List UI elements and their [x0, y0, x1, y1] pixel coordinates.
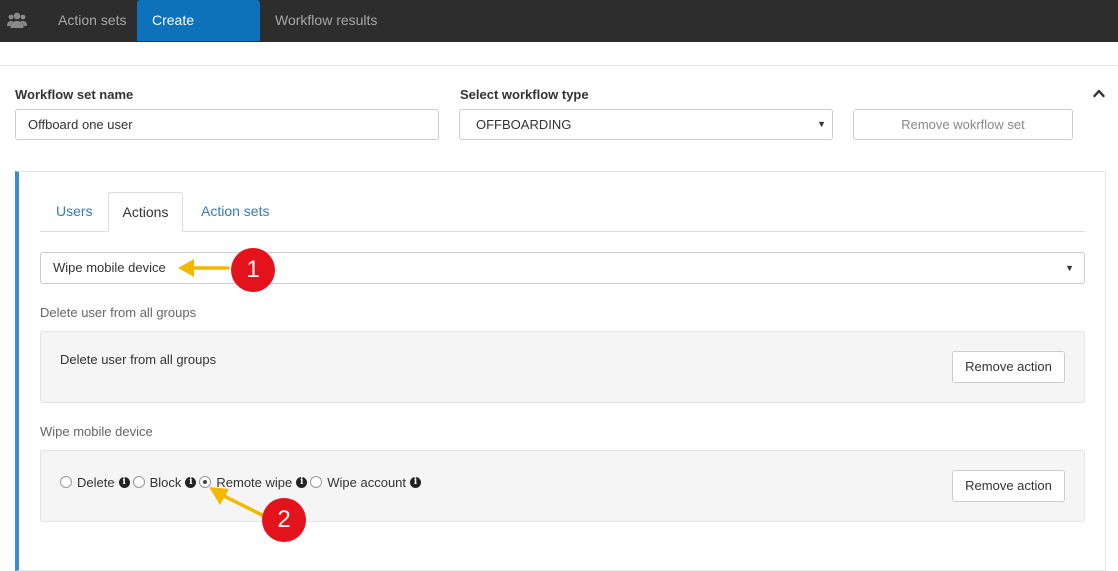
- nav-action-sets[interactable]: Action sets: [43, 0, 141, 41]
- action-title: Wipe mobile device: [40, 424, 153, 439]
- radio-block[interactable]: [132, 476, 145, 488]
- info-icon[interactable]: i: [118, 476, 130, 488]
- remove-action-button[interactable]: Remove action: [952, 470, 1065, 502]
- remove-workflow-set-button[interactable]: Remove wokrflow set: [853, 109, 1073, 140]
- info-icon[interactable]: i: [296, 476, 308, 488]
- annotation-badge: 2: [262, 498, 306, 542]
- chevron-up-icon[interactable]: [1093, 88, 1105, 98]
- workflow-type-value: OFFBOARDING: [476, 117, 572, 132]
- annotation-badge: 1: [231, 248, 275, 292]
- info-icon[interactable]: i: [185, 476, 197, 488]
- tab-actions[interactable]: Actions: [108, 192, 183, 232]
- nav-workflow-results[interactable]: Workflow results: [260, 0, 392, 41]
- radio-label-delete: Delete: [77, 474, 115, 490]
- action-title: Delete user from all groups: [40, 305, 197, 320]
- nav-create-workflow[interactable]: Create workflow: [137, 0, 260, 69]
- chevron-down-icon: ▼: [817, 119, 826, 129]
- remove-action-button[interactable]: Remove action: [952, 351, 1065, 383]
- radio-wipe-account[interactable]: [310, 476, 323, 488]
- workflow-type-select[interactable]: OFFBOARDING ▼: [459, 109, 833, 140]
- caret-down-icon: ▼: [1065, 263, 1074, 273]
- top-navbar: Action sets Create workflow Workflow res…: [0, 0, 1118, 69]
- users-icon: [7, 12, 27, 28]
- info-icon[interactable]: i: [410, 476, 422, 488]
- action-select-value: Wipe mobile device: [53, 260, 166, 275]
- radio-label-wipe-account: Wipe account: [327, 474, 407, 490]
- radio-label-block: Block: [149, 474, 182, 490]
- action-card: [40, 331, 1085, 403]
- header-divider: [0, 65, 1118, 66]
- tab-action-sets[interactable]: Action sets: [185, 192, 285, 232]
- workflow-type-label: Select workflow type: [460, 87, 589, 102]
- action-description: Delete user from all groups: [60, 352, 217, 367]
- radio-delete[interactable]: [60, 476, 72, 488]
- arrow-left-icon: [178, 259, 230, 277]
- workflow-set-name-label: Workflow set name: [15, 87, 134, 102]
- workflow-set-name-input[interactable]: Offboard one user: [15, 109, 439, 140]
- tab-users[interactable]: Users: [40, 192, 109, 232]
